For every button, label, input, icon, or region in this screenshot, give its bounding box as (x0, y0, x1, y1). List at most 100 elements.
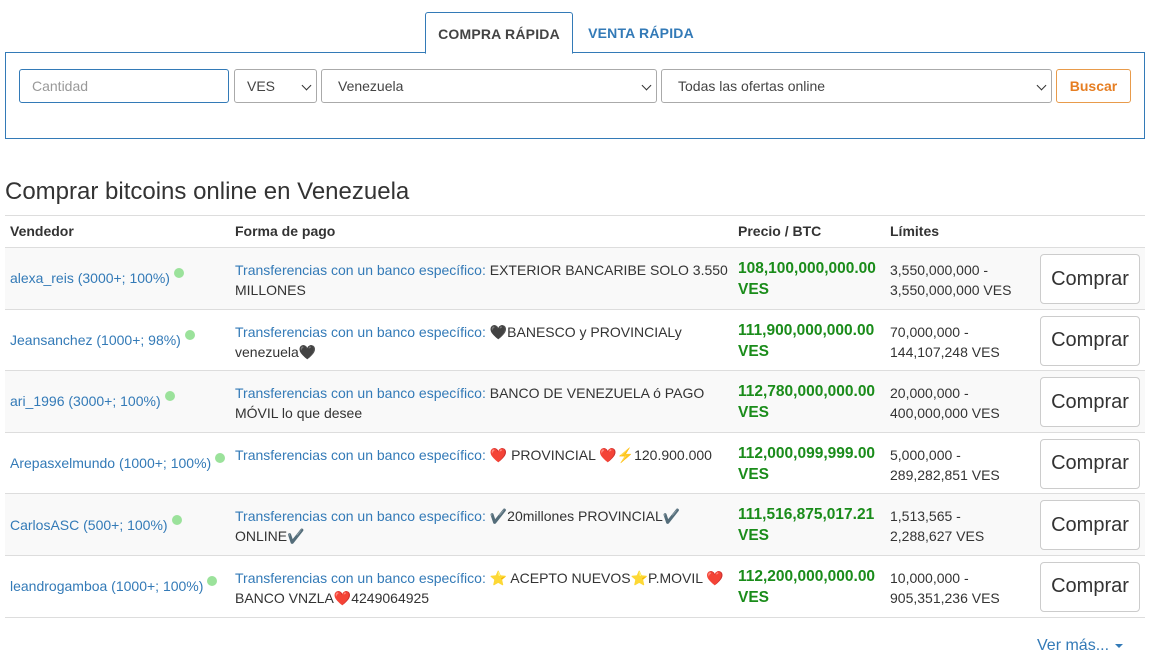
payment-method-link[interactable]: Transferencias con un banco específico: (235, 262, 486, 278)
chevron-down-icon (301, 80, 312, 91)
seller-cell: Arepasxelmundo (1000+; 100%) (10, 433, 226, 494)
chevron-down-icon (641, 80, 652, 91)
price-currency: VES (738, 465, 770, 483)
online-status-icon (207, 576, 218, 587)
header-payment: Forma de pago (235, 223, 336, 239)
limits-min: 20,000,000 - (890, 385, 969, 402)
payment-cell: Transferencias con un banco específico: … (235, 568, 730, 608)
limits-max: 3,550,000,000 VES (890, 282, 1012, 298)
table-row: leandrogamboa (1000+; 100%) Transferenci… (5, 556, 1145, 618)
payment-method-link[interactable]: Transferencias con un banco específico: (235, 508, 486, 524)
price-value: 112,780,000,000.00 (738, 383, 876, 401)
price-value: 112,000,099,999.00 (738, 444, 876, 462)
limits-max: 2,288,627 VES (890, 528, 985, 545)
online-status-icon (173, 268, 184, 279)
payment-cell: Transferencias con un banco específico: … (235, 322, 730, 362)
payment-cell: Transferencias con un banco específico: … (235, 383, 730, 423)
limits-cell: 5,000,000 - 289,282,851 VES (890, 445, 1035, 485)
online-status-icon (171, 514, 182, 525)
price-value: 108,100,000,000.00 (738, 260, 876, 277)
table-row: ari_1996 (3000+; 100%) Transferencias co… (5, 371, 1145, 433)
tab-quick-sell[interactable]: VENTA RÁPIDA (573, 12, 709, 54)
payment-details: ❤️ PROVINCIAL ❤️⚡120.900.000 (485, 446, 712, 463)
price-currency: VES (738, 588, 770, 606)
payment-method-link[interactable]: Transferencias con un banco específico: (235, 385, 486, 401)
limits-cell: 70,000,000 - 144,107,248 VES (890, 322, 1035, 362)
payment-method-link[interactable]: Transferencias con un banco específico: (235, 447, 486, 463)
limits-min: 10,000,000 - (890, 569, 969, 586)
seller-link[interactable]: leandrogamboa (1000+; 100%) (10, 578, 203, 594)
limits-min: 70,000,000 - (890, 323, 969, 340)
buy-button[interactable]: Comprar (1040, 377, 1140, 428)
limits-cell: 1,513,565 - 2,288,627 VES (890, 506, 1035, 546)
buy-button[interactable]: Comprar (1040, 500, 1140, 551)
buy-button[interactable]: Comprar (1040, 315, 1140, 366)
amount-placeholder: Cantidad (32, 78, 89, 94)
header-price: Precio / BTC (738, 223, 822, 239)
currency-value: VES (247, 78, 276, 94)
buy-button[interactable]: Comprar (1040, 254, 1140, 304)
see-more-link[interactable]: Ver más... (1037, 637, 1124, 655)
table-row: Jeansanchez (1000+; 98%) Transferencias … (5, 310, 1145, 372)
limits-cell: 20,000,000 - 400,000,000 VES (890, 383, 1035, 423)
online-status-icon (184, 329, 195, 340)
country-select[interactable]: Venezuela (321, 69, 657, 103)
header-seller: Vendedor (10, 223, 74, 239)
limits-cell: 3,550,000,000 - 3,550,000,000 VES (890, 260, 1035, 300)
payment-cell: Transferencias con un banco específico: … (235, 506, 730, 546)
seller-link[interactable]: Jeansanchez (1000+; 98%) (10, 332, 181, 348)
price-cell: 111,900,000,000.00 VES (738, 320, 888, 362)
limits-cell: 10,000,000 - 905,351,236 VES (890, 568, 1035, 608)
limits-max: 400,000,000 VES (890, 405, 1000, 422)
seller-cell: CarlosASC (500+; 100%) (10, 494, 182, 555)
price-cell: 112,780,000,000.00 VES (738, 381, 888, 423)
see-more-label: Ver más... (1037, 637, 1110, 654)
amount-input[interactable]: Cantidad (19, 69, 229, 103)
price-value: 112,200,000,000.00 (738, 567, 876, 585)
payment-cell: Transferencias con un banco específico: … (235, 445, 730, 465)
offers-table: Vendedor Forma de pago Precio / BTC Lími… (5, 215, 1145, 618)
header-limits: Límites (890, 223, 940, 239)
caret-down-icon (1115, 643, 1124, 648)
payment-cell: Transferencias con un banco específico: … (235, 260, 730, 300)
price-currency: VES (738, 281, 770, 298)
table-header: Vendedor Forma de pago Precio / BTC Lími… (5, 216, 1145, 248)
seller-cell: ari_1996 (3000+; 100%) (10, 371, 175, 432)
payment-method-link[interactable]: Transferencias con un banco específico: (235, 570, 486, 586)
price-currency: VES (738, 404, 770, 422)
tab-quick-buy[interactable]: COMPRA RÁPIDA (425, 12, 573, 54)
price-value: 111,900,000,000.00 (738, 321, 875, 339)
buy-button[interactable]: Comprar (1040, 561, 1140, 612)
seller-cell: Jeansanchez (1000+; 98%) (10, 310, 195, 371)
limits-max: 289,282,851 VES (890, 466, 1000, 483)
currency-select[interactable]: VES (234, 69, 317, 103)
search-button[interactable]: Buscar (1056, 69, 1131, 103)
limits-min: 3,550,000,000 - (890, 262, 989, 278)
price-cell: 108,100,000,000.00 VES (738, 258, 888, 300)
seller-link[interactable]: CarlosASC (500+; 100%) (10, 517, 168, 533)
payment-method-link[interactable]: Transferencias con un banco específico: (235, 324, 486, 340)
seller-link[interactable]: ari_1996 (3000+; 100%) (10, 393, 161, 409)
price-currency: VES (738, 342, 770, 360)
offers-select[interactable]: Todas las ofertas online (661, 69, 1052, 103)
price-cell: 112,000,099,999.00 VES (738, 443, 888, 485)
table-row: alexa_reis (3000+; 100%) Transferencias … (5, 248, 1145, 310)
online-status-icon (215, 453, 226, 464)
seller-link[interactable]: alexa_reis (3000+; 100%) (10, 270, 170, 286)
limits-max: 905,351,236 VES (890, 589, 1000, 606)
quick-search-panel: COMPRA RÁPIDA VENTA RÁPIDA Cantidad VES … (5, 12, 1145, 139)
price-cell: 112,200,000,000.00 VES (738, 566, 888, 608)
chevron-down-icon (1036, 80, 1047, 91)
price-currency: VES (738, 527, 770, 545)
page-title: Comprar bitcoins online en Venezuela (5, 178, 410, 205)
limits-min: 1,513,565 - (890, 508, 961, 525)
seller-cell: leandrogamboa (1000+; 100%) (10, 556, 218, 617)
seller-link[interactable]: Arepasxelmundo (1000+; 100%) (10, 455, 211, 471)
table-row: Arepasxelmundo (1000+; 100%) Transferenc… (5, 433, 1145, 495)
offers-value: Todas las ofertas online (678, 78, 826, 94)
limits-max: 144,107,248 VES (890, 343, 1000, 360)
seller-cell: alexa_reis (3000+; 100%) (10, 248, 184, 309)
price-cell: 111,516,875,017.21 VES (738, 504, 888, 546)
buy-button[interactable]: Comprar (1040, 438, 1140, 489)
price-value: 111,516,875,017.21 (738, 506, 875, 524)
